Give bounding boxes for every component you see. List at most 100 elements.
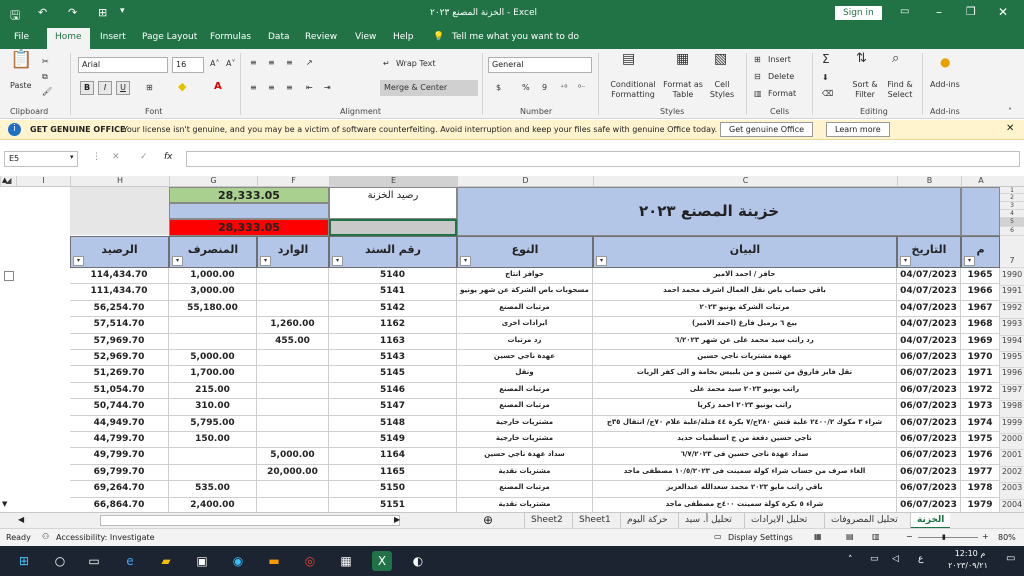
- balance-cell[interactable]: 56,254.70: [70, 300, 169, 318]
- tray-chevron-icon[interactable]: ˄: [848, 555, 853, 565]
- decrease-decimal-icon[interactable]: ⁰⁻: [578, 83, 585, 93]
- maximize-icon[interactable]: ❐: [966, 5, 976, 18]
- number-format-select[interactable]: General: [488, 57, 592, 73]
- sort-filter-icon[interactable]: ⇅: [856, 52, 867, 65]
- row-header[interactable]: 3: [1000, 202, 1024, 210]
- quick-access-icon[interactable]: ⊞: [98, 6, 107, 19]
- add-sheet-icon[interactable]: ⊕: [483, 513, 493, 527]
- voucher-cell[interactable]: 5141: [329, 284, 457, 301]
- outgoing-cell[interactable]: 5,000.00: [169, 350, 257, 367]
- display-settings-button[interactable]: Display Settings: [728, 533, 793, 542]
- chrome-icon[interactable]: ◎: [300, 551, 320, 571]
- paste-icon[interactable]: 📋: [10, 51, 32, 69]
- voucher-cell[interactable]: 1165: [329, 464, 457, 482]
- tab-review[interactable]: Review: [305, 32, 337, 42]
- description-cell[interactable]: راتب يونيو ٢٠٢٣ سيد محمد على: [593, 382, 897, 400]
- number-cell[interactable]: 1971: [961, 366, 1000, 383]
- number-cell[interactable]: 1966: [961, 284, 1000, 301]
- tab-page-layout[interactable]: Page Layout: [142, 32, 197, 42]
- collapse-ribbon-icon[interactable]: ˄: [1008, 107, 1012, 117]
- incoming-cell[interactable]: [257, 432, 329, 449]
- description-cell[interactable]: حافز / احمد الامير: [593, 268, 897, 285]
- format-as-table-button[interactable]: Format as Table: [660, 80, 706, 100]
- incoming-cell[interactable]: 1,260.00: [257, 317, 329, 334]
- align-right-icon[interactable]: ≡: [286, 83, 293, 93]
- type-cell[interactable]: مسحوبات باص الشركة عن شهر يونيو: [457, 284, 593, 301]
- row-header[interactable]: 1994: [1000, 336, 1024, 352]
- tab-sheet1[interactable]: Sheet1: [572, 513, 617, 529]
- edge-legacy-icon[interactable]: e: [120, 551, 140, 571]
- decrease-indent-icon[interactable]: ⇤: [306, 83, 313, 93]
- tell-me-input[interactable]: Tell me what you want to do: [452, 32, 579, 42]
- incoming-cell[interactable]: [257, 366, 329, 383]
- page-break-view-icon[interactable]: ▥: [872, 532, 880, 541]
- column-header-a[interactable]: A: [961, 176, 1000, 187]
- row-header[interactable]: 1999: [1000, 418, 1024, 434]
- outgoing-cell[interactable]: 3,000.00: [169, 284, 257, 301]
- header-voucher[interactable]: رقم السند ▾: [329, 236, 457, 268]
- date-cell[interactable]: 04/07/2023: [897, 333, 961, 350]
- description-cell[interactable]: الغاء صرف من حساب شراء كولة سمينت فى ١٠/…: [593, 464, 897, 482]
- type-cell[interactable]: ونقل: [457, 366, 593, 383]
- outgoing-cell[interactable]: 215.00: [169, 382, 257, 400]
- outgoing-cell[interactable]: 310.00: [169, 399, 257, 416]
- tab-formulas[interactable]: Formulas: [210, 32, 251, 42]
- incoming-cell[interactable]: [257, 382, 329, 400]
- tab-today-movement[interactable]: حركة اليوم: [620, 513, 674, 529]
- factory-title-cell[interactable]: خزينة المصنع ٢٠٢٣: [457, 187, 961, 236]
- format-table-icon[interactable]: ▦: [676, 52, 689, 66]
- accessibility-status[interactable]: Accessibility: Investigate: [56, 533, 155, 542]
- format-cells-icon[interactable]: ▥: [754, 89, 762, 99]
- save-icon[interactable]: 🖫: [10, 6, 20, 27]
- row-header[interactable]: 1990: [1000, 270, 1024, 287]
- wrap-text-button[interactable]: Wrap Text: [396, 59, 436, 69]
- balance-red-cell[interactable]: 28,333.05: [169, 219, 329, 236]
- row-header[interactable]: 2001: [1000, 450, 1024, 467]
- sort-filter-button[interactable]: Sort & Filter: [848, 80, 882, 100]
- insert-cells-icon[interactable]: ⊞: [754, 55, 761, 65]
- network-icon[interactable]: ▭: [870, 554, 879, 564]
- zoom-thumb[interactable]: ▮: [942, 533, 946, 541]
- voucher-cell[interactable]: 5148: [329, 415, 457, 432]
- outgoing-cell[interactable]: [169, 333, 257, 350]
- date-cell[interactable]: 04/07/2023: [897, 284, 961, 301]
- tab-revenue-analysis[interactable]: تحليل الايرادات: [744, 513, 813, 529]
- filter-dropdown-icon[interactable]: ▾: [596, 256, 607, 266]
- comma-button[interactable]: 9: [542, 83, 547, 93]
- column-header-d[interactable]: D: [457, 176, 593, 187]
- description-cell[interactable]: بيع ٦ برميل فارغ (احمد الامير): [593, 317, 897, 334]
- type-cell[interactable]: مرتبات المصنع: [457, 382, 593, 400]
- voucher-cell[interactable]: 5140: [329, 268, 457, 285]
- tab-scroll-left-icon[interactable]: ◀: [18, 515, 24, 524]
- date-cell[interactable]: 06/07/2023: [897, 432, 961, 449]
- voucher-cell[interactable]: 5145: [329, 366, 457, 383]
- learn-more-button[interactable]: Learn more: [826, 122, 890, 137]
- cell-styles-button[interactable]: Cell Styles: [706, 80, 738, 100]
- description-cell[interactable]: سداد عهدة ناجي حسين فى ٦/٧/٢٠٢٣: [593, 448, 897, 465]
- date-cell[interactable]: 06/07/2023: [897, 464, 961, 482]
- column-header-e[interactable]: E: [329, 176, 457, 187]
- notifications-icon[interactable]: ▭: [1006, 553, 1015, 564]
- incoming-cell[interactable]: 455.00: [257, 333, 329, 350]
- outgoing-cell[interactable]: 150.00: [169, 432, 257, 449]
- find-select-button[interactable]: Find & Select: [882, 80, 918, 100]
- font-size-select[interactable]: 16: [172, 57, 204, 73]
- zoom-level[interactable]: 80%: [998, 533, 1016, 542]
- blue-cell[interactable]: [169, 203, 329, 219]
- clear-icon[interactable]: ⌫: [822, 89, 833, 99]
- date-cell[interactable]: 06/07/2023: [897, 481, 961, 498]
- tab-expense-analysis[interactable]: تحليل المصروفات: [824, 513, 904, 529]
- row-header[interactable]: 7: [1000, 236, 1024, 268]
- tab-home[interactable]: Home: [47, 28, 90, 49]
- description-cell[interactable]: نقل فايز فاروق من شبين و من بلبيس بخامة …: [593, 366, 897, 383]
- incoming-cell[interactable]: [257, 268, 329, 285]
- row-header[interactable]: 5: [1000, 218, 1024, 227]
- format-cells-button[interactable]: Format: [768, 89, 796, 99]
- balance-cell[interactable]: 50,744.70: [70, 399, 169, 416]
- incoming-cell[interactable]: [257, 497, 329, 512]
- redo-icon[interactable]: ↷: [68, 6, 77, 19]
- fill-icon[interactable]: ⬇: [822, 73, 829, 83]
- description-cell[interactable]: باقي راتب مايو ٢٠٢٣ محمد سعدالله عبدالعز…: [593, 481, 897, 498]
- fill-color-icon[interactable]: ◆: [178, 81, 186, 92]
- wrap-text-icon[interactable]: ↵: [383, 59, 390, 69]
